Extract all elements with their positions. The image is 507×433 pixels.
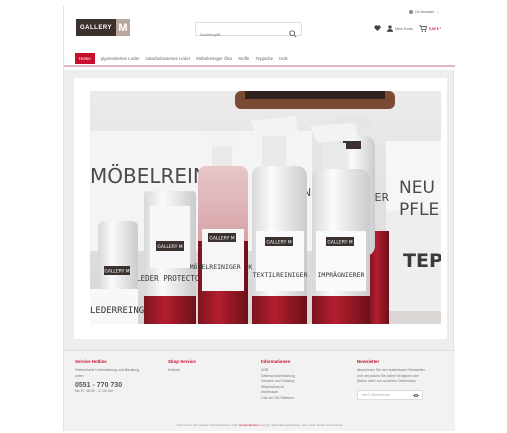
bottle-leder-protector: GALLERY M LEDER PROTECTOR bbox=[136, 191, 204, 324]
copyright-pre: * Alle Preise inkl. gesetzl. Mehrwertste… bbox=[175, 423, 238, 427]
cart-link[interactable]: 0,00 € * bbox=[419, 25, 441, 32]
account-label: Mein Konto bbox=[395, 26, 413, 31]
flag-icon bbox=[409, 10, 414, 14]
copyright-post: und ggf. Nachnahmegebühren, wenn nicht a… bbox=[259, 423, 344, 427]
newsletter-email-field[interactable]: Ihre E-Mail Adresse bbox=[357, 389, 423, 400]
logo[interactable]: GALLERY M bbox=[76, 19, 130, 36]
right-sign-text-3: TEP bbox=[403, 250, 441, 272]
footer-shop-service: Shop Service Kontakt bbox=[168, 359, 228, 374]
footer-info: Informationen AGB Datenschutzerklärung V… bbox=[261, 359, 331, 401]
nav-item-holz[interactable]: Holz bbox=[279, 56, 288, 61]
nav-item-moebelreiniger-oeko[interactable]: Möbelreiniger Öko bbox=[196, 56, 232, 61]
search-icon[interactable] bbox=[289, 25, 297, 43]
front-sign-text: LEDERREING bbox=[90, 306, 144, 316]
hero-card: MÖBELREINIG UND ASER NEU PFLE TEP bbox=[74, 78, 447, 339]
footer-shop-service-title: Shop Service bbox=[168, 359, 196, 364]
hero-image: MÖBELREINIG UND ASER NEU PFLE TEP bbox=[90, 91, 441, 324]
footer-hotline: Service Hotline Telefonische Unterstützu… bbox=[75, 359, 147, 395]
logo-mark: M bbox=[115, 19, 130, 36]
footer-phone[interactable]: 0551 - 770 730 bbox=[75, 382, 147, 389]
bottle-brand: GALLERY M bbox=[209, 236, 234, 242]
nav-item-home[interactable]: Home bbox=[75, 53, 95, 64]
cart-icon bbox=[419, 25, 427, 32]
hero-banner[interactable]: MÖBELREINIG UND ASER NEU PFLE TEP bbox=[90, 91, 441, 324]
footer-info-title: Informationen bbox=[261, 359, 291, 364]
nav-item-naturbelassenes-leder[interactable]: naturbelassenes Leder bbox=[146, 56, 191, 61]
footer-hours: Mo-Fr, 08:00 - 17:00 Uhr bbox=[75, 389, 114, 393]
user-icon bbox=[387, 25, 394, 32]
wishlist-icon[interactable] bbox=[374, 25, 381, 32]
header-actions: Mein Konto 0,00 € * bbox=[374, 25, 441, 32]
bottle-brand: GALLERY M bbox=[327, 240, 352, 246]
brush-bristles bbox=[245, 91, 385, 99]
bottle-label: LEDER PROTECTOR bbox=[136, 274, 204, 283]
bottle-small-left: GALLERY M LEDERREING bbox=[90, 221, 144, 324]
shop-page: De-Auswahl ⌄ GALLERY M Mein Konto 0,00 € bbox=[63, 6, 455, 431]
footer-link-kontakt[interactable]: Kontakt bbox=[168, 368, 228, 374]
footer-newsletter-title: Newsletter bbox=[357, 359, 380, 364]
right-sign-text-2: PFLE bbox=[399, 200, 439, 220]
footer-newsletter-text: Abonnieren Sie den kostenlosen Newslette… bbox=[357, 368, 425, 383]
footer: Service Hotline Telefonische Unterstützu… bbox=[64, 350, 455, 431]
versandkosten-link[interactable]: Versandkosten bbox=[239, 423, 259, 427]
search-box bbox=[195, 22, 302, 41]
footer-newsletter: Newsletter Abonnieren Sie den kostenlose… bbox=[357, 359, 429, 400]
newsletter-placeholder: Ihre E-Mail Adresse bbox=[362, 392, 390, 397]
copyright-note: * Alle Preise inkl. gesetzl. Mehrwertste… bbox=[64, 423, 455, 427]
bottle-brand: GALLERY M bbox=[157, 244, 182, 250]
newsletter-submit-icon[interactable] bbox=[413, 393, 419, 399]
account-link[interactable]: Mein Konto bbox=[387, 25, 413, 32]
main-navigation: Home pigmentiertes Leder naturbelassenes… bbox=[64, 52, 455, 66]
bottle-brand: GALLERY M bbox=[104, 269, 129, 275]
logo-word: GALLERY bbox=[76, 19, 116, 36]
bottle-label: IMPRÄGNIERER bbox=[318, 270, 365, 279]
footer-link-os-plattform[interactable]: Link zur OS-Plattform bbox=[261, 396, 331, 402]
bottle-label: MÖBELREINIGER ÖKO bbox=[190, 262, 257, 271]
footer-hotline-text: Telefonische Unterstützung und Beratung … bbox=[75, 368, 140, 378]
language-switcher[interactable]: De-Auswahl ⌄ bbox=[409, 10, 439, 14]
bottle-label: TEXTILREINIGER bbox=[253, 271, 308, 279]
right-sign-text-1: NEU bbox=[399, 178, 435, 198]
nav-item-stoffe[interactable]: Stoffe bbox=[238, 56, 249, 61]
nav-item-pigmentiertes-leder[interactable]: pigmentiertes Leder bbox=[101, 56, 140, 61]
cart-amount: 0,00 € * bbox=[428, 26, 441, 31]
nav-underline bbox=[64, 66, 455, 67]
search-input[interactable] bbox=[196, 28, 281, 41]
language-label: De-Auswahl bbox=[415, 10, 435, 14]
chevron-down-icon: ⌄ bbox=[436, 10, 439, 14]
nav-item-teppiche[interactable]: Teppiche bbox=[255, 56, 273, 61]
footer-hotline-title: Service Hotline bbox=[75, 359, 107, 364]
bottle-brand: GALLERY M bbox=[266, 240, 291, 246]
